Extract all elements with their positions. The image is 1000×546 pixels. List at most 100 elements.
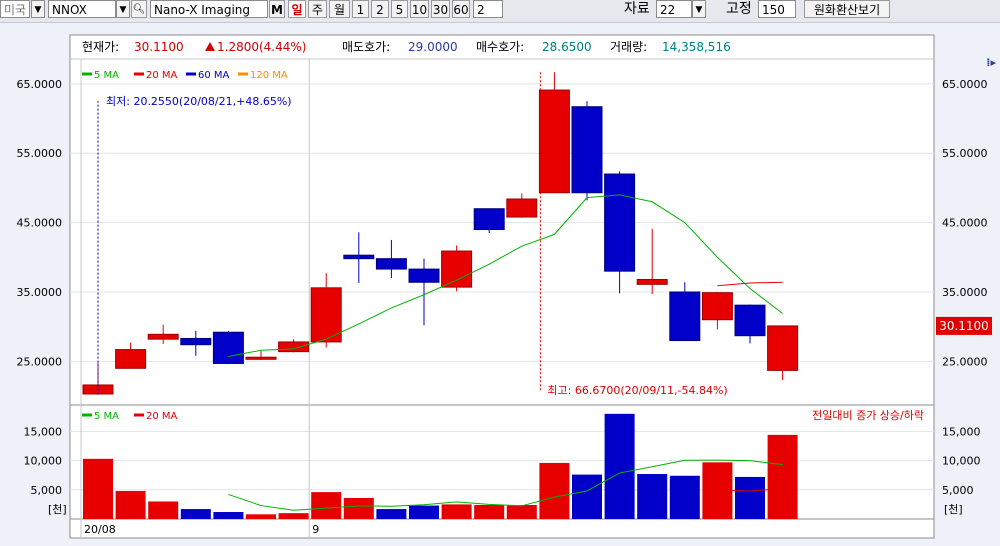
symbol-input[interactable]: NNOX	[48, 0, 116, 18]
volume-value: 14,358,516	[662, 40, 731, 54]
candle-body	[636, 278, 668, 285]
price-tick-label-right: 35.0000	[942, 286, 988, 299]
volume-bar	[246, 514, 276, 519]
period-button-4[interactable]: 2	[371, 0, 389, 18]
custom-period-input[interactable]: 2	[473, 0, 503, 18]
plot-frame	[69, 34, 935, 539]
volume-bar	[604, 413, 635, 519]
x-tick-label: 9	[312, 523, 319, 536]
volume-bar	[441, 504, 472, 519]
volume-bar	[409, 505, 439, 519]
candle-body	[245, 356, 277, 360]
volume-bar	[637, 474, 668, 519]
candle-body	[571, 106, 603, 194]
low-annotation: 최저: 20.2550(20/08/21,+48.65%)	[106, 95, 292, 108]
price-tick-label-right: 25.0000	[942, 355, 988, 368]
period-button-3[interactable]: 1	[352, 0, 369, 18]
candle-body	[408, 268, 440, 283]
candle-body	[441, 250, 473, 288]
volume-tick-label-left: 15,000	[24, 425, 63, 438]
volume-tick-label-right: 15,000	[942, 425, 981, 438]
volume-tick-label-left: 5,000	[31, 484, 63, 497]
candle-body	[669, 291, 701, 342]
toolbar: 미국 ▼ NNOX ▼ 🔍︎ Nano-X Imaging M 일 주 월 1 2 5 10…	[0, 0, 1000, 23]
volume-unit-label-right: [천]	[944, 502, 963, 516]
m-button[interactable]: M	[269, 0, 285, 18]
data-count-select[interactable]: 22	[656, 0, 692, 18]
volume-bar	[474, 504, 505, 519]
candle-body	[506, 198, 538, 218]
volume-bar	[767, 434, 798, 519]
data-count-dropdown-arrow[interactable]: ▼	[692, 0, 706, 18]
fx-convert-button[interactable]: 원화환산보기	[804, 0, 890, 18]
change-value: 1.2800(4.44%)	[217, 40, 306, 54]
volume-legend-label: 5 MA	[94, 411, 119, 422]
volume-bar	[539, 462, 570, 519]
volume-bar	[376, 509, 407, 519]
candle-body	[767, 325, 799, 371]
volume-bar	[148, 501, 179, 519]
data-count-label: 자료	[624, 1, 650, 17]
price-tick-label-left: 55.0000	[17, 147, 63, 160]
candle-body	[278, 341, 310, 353]
volume-tick-label-right: 5,000	[942, 484, 974, 497]
fixed-count-input[interactable]: 150	[758, 0, 796, 18]
candle-body	[115, 349, 147, 369]
symbol-dropdown-arrow[interactable]: ▼	[116, 0, 130, 18]
period-button-6[interactable]: 10	[410, 0, 429, 18]
stock-chart: 현재가: 30.1100 1.2800(4.44%) 매도호가: 29.0000…	[17, 34, 992, 539]
search-icon[interactable]: 🔍︎	[131, 0, 147, 18]
candle-body	[701, 292, 733, 321]
market-dropdown-arrow[interactable]: ▼	[31, 0, 45, 18]
candle-body	[473, 208, 505, 231]
volume-bar	[572, 474, 602, 519]
price-tick-label-left: 35.0000	[17, 286, 63, 299]
price-tick-label-right: 65.0000	[942, 78, 988, 91]
period-button-0[interactable]: 일	[288, 0, 306, 18]
price-tick-label-right: 55.0000	[942, 147, 988, 160]
price-tick-label-right: 45.0000	[942, 217, 988, 230]
volume-bar	[213, 511, 244, 519]
chart-area: 현재가: 30.1100 1.2800(4.44%) 매도호가: 29.0000…	[0, 22, 1000, 543]
price-legend-label: 20 MA	[146, 70, 178, 81]
candle-body	[375, 258, 407, 270]
period-button-5[interactable]: 5	[391, 0, 408, 18]
volume-bar	[278, 513, 309, 519]
volume-bar	[343, 497, 374, 519]
price-tick-label-left: 45.0000	[17, 217, 63, 230]
volume-bar	[311, 492, 342, 519]
current-price-label: 30.1100	[939, 319, 989, 333]
chart-options-icon[interactable]: ⁞▸	[986, 56, 996, 69]
volume-legend-label: 20 MA	[146, 411, 178, 422]
period-button-7[interactable]: 30	[431, 0, 450, 18]
bid-label: 매수호가:	[476, 40, 524, 54]
candle-body	[212, 331, 244, 364]
candle-body	[734, 304, 766, 337]
volume-bar	[83, 458, 113, 519]
volume-bar	[669, 475, 700, 519]
candle-body	[180, 337, 212, 346]
market-select[interactable]: 미국	[0, 0, 30, 18]
volume-bar	[180, 509, 211, 519]
price-legend-label: 5 MA	[94, 70, 119, 81]
price-label: 현재가:	[82, 40, 119, 54]
volume-unit-label-left: [천]	[48, 502, 67, 516]
period-button-2[interactable]: 월	[329, 0, 350, 18]
ask-value: 29.0000	[408, 40, 458, 54]
price-tick-label-left: 65.0000	[17, 78, 63, 91]
volume-caption: 전일대비 증가 상승/하락	[812, 408, 924, 422]
fixed-label: 고정	[726, 1, 752, 17]
period-button-1[interactable]: 주	[308, 0, 327, 18]
bid-value: 28.6500	[542, 40, 592, 54]
price-legend-label: 120 MA	[250, 70, 288, 81]
volume-tick-label-right: 10,000	[942, 455, 981, 468]
candle-body	[147, 333, 179, 340]
volume-tick-label-left: 10,000	[24, 455, 63, 468]
ask-label: 매도호가:	[342, 40, 390, 54]
volume-label: 거래량:	[610, 40, 647, 54]
candle-body	[538, 89, 570, 194]
price-tick-label-left: 25.0000	[17, 355, 63, 368]
stock-name-field: Nano-X Imaging	[150, 0, 268, 18]
high-annotation: 최고: 66.6700(20/09/11,-54.84%)	[547, 384, 727, 397]
period-button-8[interactable]: 60	[452, 0, 470, 18]
